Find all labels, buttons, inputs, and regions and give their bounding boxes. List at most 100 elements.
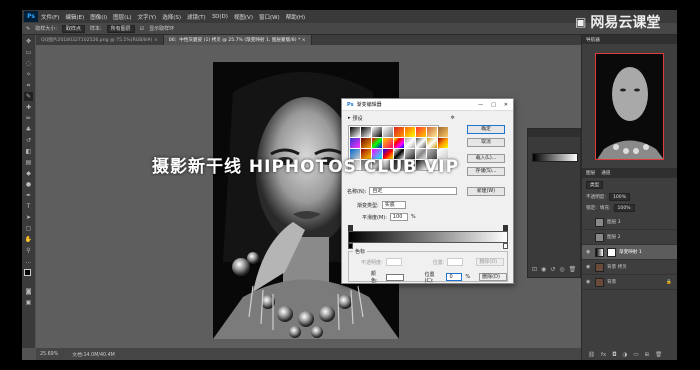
stop-delete-button[interactable]: 删除(D) bbox=[476, 258, 505, 266]
eyedropper-icon[interactable]: ✎ bbox=[26, 26, 30, 32]
tab-document-1[interactable]: QQ图片20180327102526.png @ 75.1%(RGB/8#) × bbox=[36, 35, 164, 45]
menu-filter[interactable]: 滤镜(T) bbox=[187, 13, 206, 21]
stop-delete2-button[interactable]: 删除(D) bbox=[479, 273, 508, 281]
path-select-icon[interactable]: ➤ bbox=[24, 213, 33, 222]
foreground-color[interactable] bbox=[24, 269, 31, 276]
color-stops-track[interactable] bbox=[348, 243, 508, 249]
reset-icon[interactable]: ↺ bbox=[550, 266, 555, 273]
brush-tool-icon[interactable]: ✏ bbox=[24, 114, 33, 123]
menu-window[interactable]: 窗口(W) bbox=[259, 13, 280, 21]
text-tool-icon[interactable]: T bbox=[24, 202, 33, 211]
crop-tool-icon[interactable]: ⌗ bbox=[24, 81, 33, 90]
preset-swatch[interactable] bbox=[361, 138, 371, 148]
healing-tool-icon[interactable]: ✚ bbox=[24, 103, 33, 112]
preset-swatch[interactable] bbox=[394, 138, 404, 148]
preset-swatch[interactable] bbox=[383, 127, 393, 137]
cancel-button[interactable]: 取消 bbox=[467, 138, 505, 147]
stop-opacity-input[interactable] bbox=[385, 258, 402, 266]
fill-input[interactable]: 100% bbox=[613, 204, 635, 212]
menu-select[interactable]: 选择(S) bbox=[162, 13, 181, 21]
new-layer-icon[interactable]: ⊞ bbox=[645, 352, 650, 358]
load-button[interactable]: 载入(L)... bbox=[467, 154, 505, 163]
layer-row[interactable]: 图层 2 bbox=[582, 230, 677, 245]
shape-tool-icon[interactable]: ▢ bbox=[24, 224, 33, 233]
layer-row[interactable]: 图层 3 bbox=[582, 215, 677, 230]
preset-swatch[interactable] bbox=[350, 138, 360, 148]
new-button[interactable]: 新建(W) bbox=[467, 187, 505, 196]
dodge-tool-icon[interactable]: ● bbox=[24, 180, 33, 189]
stop-color-swatch[interactable] bbox=[385, 273, 404, 281]
preset-swatch[interactable] bbox=[372, 127, 382, 137]
menu-3d[interactable]: 3D(D) bbox=[212, 14, 228, 20]
folder-icon[interactable]: ▭ bbox=[633, 352, 638, 358]
view-previous-icon[interactable]: ◉ bbox=[541, 266, 546, 273]
close-icon[interactable]: ✕ bbox=[504, 102, 508, 108]
link-icon[interactable]: ⛓ bbox=[588, 352, 595, 358]
layer-row[interactable]: ◉ 背景 🔒 bbox=[582, 275, 677, 290]
tab-channels[interactable]: 通道 bbox=[601, 170, 610, 176]
gradient-map-preview[interactable] bbox=[532, 153, 578, 162]
more-tools-icon[interactable]: … bbox=[24, 257, 33, 266]
minimize-icon[interactable]: — bbox=[478, 102, 483, 108]
tab-document-2[interactable]: 06：中性灰磨皮 (1) 拷贝 @ 25.7% (渐变映射 1, 图层蒙版/8)… bbox=[163, 35, 312, 45]
name-input[interactable]: 自定 bbox=[369, 187, 458, 195]
layer-mask-thumbnail[interactable] bbox=[607, 247, 616, 257]
mask-icon[interactable]: ◘ bbox=[612, 352, 616, 358]
expand-icon[interactable]: ▸ bbox=[348, 115, 351, 122]
preset-swatch[interactable] bbox=[394, 127, 404, 137]
marquee-tool-icon[interactable]: ▭ bbox=[24, 48, 33, 57]
quick-mask-icon[interactable]: ◙ bbox=[24, 287, 33, 296]
preset-swatch[interactable] bbox=[438, 127, 448, 137]
delete-layer-icon[interactable]: 🗑 bbox=[655, 352, 662, 358]
navigator-thumbnail[interactable] bbox=[595, 53, 664, 160]
presets-gear-icon[interactable]: ✲ bbox=[451, 115, 455, 122]
visibility-eye-icon[interactable]: ◉ bbox=[586, 249, 592, 255]
zoom-level[interactable]: 25.69% bbox=[40, 352, 58, 357]
gradient-bar[interactable] bbox=[348, 231, 508, 243]
zoom-tool-icon[interactable]: ⚲ bbox=[24, 246, 33, 255]
trash-icon[interactable]: 🗑 bbox=[569, 266, 577, 273]
menu-image[interactable]: 图像(I) bbox=[90, 13, 107, 21]
sample-select[interactable]: 所有图层 bbox=[106, 24, 135, 33]
eyedropper-tool-icon[interactable]: ✎ bbox=[24, 92, 33, 101]
hand-tool-icon[interactable]: ✋ bbox=[24, 235, 33, 244]
clip-icon[interactable]: ⊡ bbox=[532, 266, 537, 273]
preset-swatch[interactable] bbox=[405, 138, 415, 148]
visibility-icon[interactable]: ◎ bbox=[559, 266, 564, 273]
preset-swatch[interactable] bbox=[372, 138, 382, 148]
history-brush-icon[interactable]: ↺ bbox=[24, 136, 33, 145]
type-select[interactable]: 实底 bbox=[381, 201, 406, 209]
lasso-tool-icon[interactable]: ◌ bbox=[24, 59, 33, 68]
stop-location-input[interactable] bbox=[447, 258, 464, 266]
quick-select-tool-icon[interactable]: ✧ bbox=[24, 70, 33, 79]
pen-tool-icon[interactable]: ✒ bbox=[24, 191, 33, 200]
screen-mode-icon[interactable]: ▣ bbox=[24, 298, 33, 307]
stop-location2-input[interactable]: 0 bbox=[446, 273, 463, 281]
visibility-eye-icon[interactable]: ◉ bbox=[586, 264, 592, 270]
eraser-tool-icon[interactable]: ◧ bbox=[24, 147, 33, 156]
sample-size-select[interactable]: 取样点 bbox=[61, 24, 85, 33]
show-ring-checkbox[interactable]: ☑ bbox=[140, 26, 144, 32]
preset-swatch[interactable] bbox=[405, 127, 415, 137]
preset-swatch[interactable] bbox=[361, 127, 371, 137]
preset-swatch[interactable] bbox=[350, 127, 360, 137]
adjustment-icon[interactable]: ◑ bbox=[623, 352, 628, 358]
ok-button[interactable]: 确定 bbox=[467, 125, 505, 134]
preset-swatch[interactable] bbox=[427, 127, 437, 137]
layer-row[interactable]: ◉ 背景 拷贝 bbox=[582, 260, 677, 275]
stamp-tool-icon[interactable]: ♣ bbox=[24, 125, 33, 134]
menu-help[interactable]: 帮助(H) bbox=[286, 13, 305, 21]
color-swatches[interactable] bbox=[22, 269, 35, 285]
opacity-input[interactable]: 100% bbox=[608, 193, 631, 201]
gradient-tool-icon[interactable]: ▤ bbox=[24, 158, 33, 167]
preset-swatch[interactable] bbox=[383, 138, 393, 148]
menu-file[interactable]: 文件(F) bbox=[41, 13, 59, 21]
visibility-eye-icon[interactable]: ◉ bbox=[586, 279, 592, 285]
navigator-header[interactable]: 导航器 bbox=[582, 35, 677, 44]
fx-icon[interactable]: fx bbox=[601, 352, 606, 358]
layer-kind-select[interactable]: 类型 bbox=[586, 181, 604, 189]
preset-swatch[interactable] bbox=[416, 127, 426, 137]
tab-layers[interactable]: 图层 bbox=[586, 170, 595, 176]
menu-layer[interactable]: 图层(L) bbox=[113, 13, 131, 21]
move-tool-icon[interactable]: ✥ bbox=[24, 37, 33, 46]
